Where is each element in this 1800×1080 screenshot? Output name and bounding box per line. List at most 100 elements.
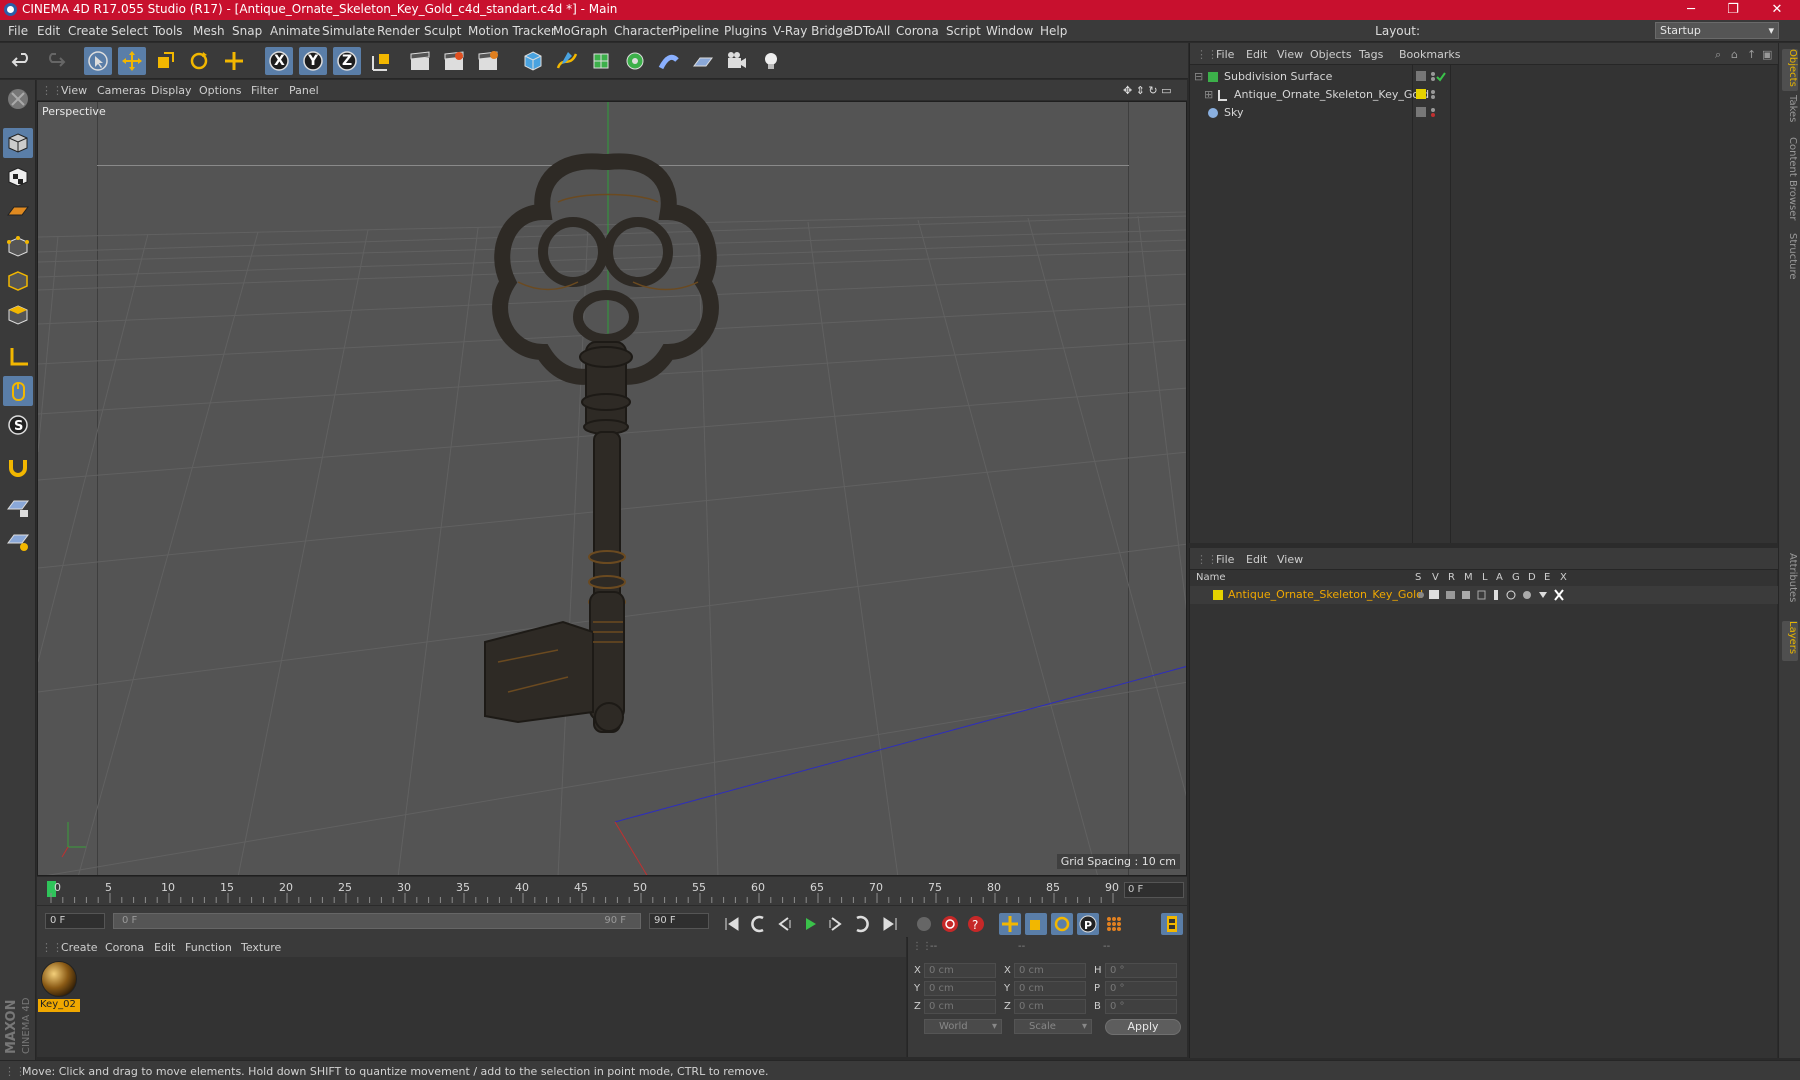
render-view-button[interactable] <box>406 47 434 75</box>
floor-button[interactable] <box>689 47 717 75</box>
polygons-mode-button[interactable] <box>3 300 33 330</box>
object-row[interactable]: ⊞ Antique_Ornate_Skeleton_Key_Gold <box>1190 86 1778 104</box>
workplane-mode-button[interactable] <box>3 196 33 226</box>
layer-col-render[interactable]: R <box>1448 572 1455 583</box>
material-item[interactable]: Key_02 <box>37 957 83 1017</box>
viewport-menu-filter[interactable]: Filter <box>251 84 278 97</box>
recent-tool-button[interactable] <box>220 47 248 75</box>
search-icon[interactable]: ⌕ <box>1715 48 1721 62</box>
key-position-button[interactable] <box>999 913 1021 935</box>
material-menu-edit[interactable]: Edit <box>154 941 175 954</box>
z-axis-button[interactable]: Z <box>333 47 361 75</box>
pen-spline-button[interactable] <box>553 47 581 75</box>
tab-objects[interactable]: Objects <box>1782 49 1798 91</box>
tab-takes[interactable]: Takes <box>1782 95 1798 131</box>
light-button[interactable] <box>757 47 785 75</box>
menu-3dtoall[interactable]: 3DToAll <box>846 24 890 38</box>
lock-workplane-button[interactable] <box>3 492 33 522</box>
deformer-button[interactable] <box>655 47 683 75</box>
auto-key-button[interactable]: ? <box>965 913 987 935</box>
position-z-field[interactable]: 0 cm <box>924 999 996 1014</box>
goto-start-button[interactable] <box>721 913 743 935</box>
menu-vray-bridge[interactable]: V-Ray Bridge <box>773 24 850 38</box>
menu-select[interactable]: Select <box>111 24 148 38</box>
menu-simulate[interactable]: Simulate <box>322 24 375 38</box>
arrow-up-icon[interactable]: ↑ <box>1747 48 1756 61</box>
menu-plugins[interactable]: Plugins <box>724 24 767 38</box>
magnet-button[interactable] <box>3 452 33 482</box>
move-tool-button[interactable] <box>118 47 146 75</box>
live-selection-button[interactable] <box>84 47 112 75</box>
size-x-field[interactable]: 0 cm <box>1014 963 1086 978</box>
apply-button[interactable]: Apply <box>1105 1019 1181 1035</box>
viewport-camera-label[interactable]: Perspective <box>42 105 106 118</box>
key-scale-button[interactable] <box>1025 913 1047 935</box>
expand-icon[interactable]: ⊞ <box>1204 88 1213 101</box>
key-pla-button[interactable] <box>1103 913 1125 935</box>
menu-help[interactable]: Help <box>1040 24 1067 38</box>
object-visibility-icons[interactable] <box>1415 106 1455 120</box>
maximize-button[interactable]: ❐ <box>1710 0 1756 20</box>
material-menu-create[interactable]: Create <box>61 941 98 954</box>
layer-col-locked[interactable]: L <box>1482 572 1488 583</box>
texture-mode-button[interactable] <box>3 162 33 192</box>
timeline-window-button[interactable] <box>1161 913 1183 935</box>
model-mode-button[interactable] <box>3 128 33 158</box>
layer-menu-file[interactable]: File <box>1216 553 1234 566</box>
menu-edit[interactable]: Edit <box>37 24 60 38</box>
size-z-field[interactable]: 0 cm <box>1014 999 1086 1014</box>
tab-structure[interactable]: Structure <box>1782 233 1798 289</box>
layer-row[interactable]: Antique_Ornate_Skeleton_Key_Gold <box>1190 586 1778 604</box>
menu-render[interactable]: Render <box>377 24 420 38</box>
key-parameter-button[interactable]: P <box>1077 913 1099 935</box>
menu-character[interactable]: Character <box>614 24 673 38</box>
scale-tool-button[interactable] <box>151 47 179 75</box>
record-button[interactable] <box>939 913 961 935</box>
key-rotation-button[interactable] <box>1051 913 1073 935</box>
layer-col-expressions[interactable]: E <box>1544 572 1550 583</box>
object-visibility-icons[interactable] <box>1415 70 1455 84</box>
cloner-button[interactable] <box>621 47 649 75</box>
goto-end-button[interactable] <box>879 913 901 935</box>
layer-col-deformers[interactable]: D <box>1528 572 1536 583</box>
prev-key-button[interactable] <box>747 913 769 935</box>
menu-sculpt[interactable]: Sculpt <box>424 24 461 38</box>
menu-mesh[interactable]: Mesh <box>193 24 225 38</box>
play-button[interactable] <box>799 913 821 935</box>
next-frame-button[interactable] <box>825 913 847 935</box>
position-x-field[interactable]: 0 cm <box>924 963 996 978</box>
menu-snap[interactable]: Snap <box>232 24 262 38</box>
rotation-h-field[interactable]: 0 ° <box>1105 963 1177 978</box>
layer-color-swatch[interactable] <box>1212 589 1224 601</box>
object-row[interactable]: Sky <box>1190 104 1778 122</box>
size-mode-select[interactable]: Scale ▾ <box>1014 1019 1092 1034</box>
record-keys-button[interactable] <box>913 913 935 935</box>
rotation-b-field[interactable]: 0 ° <box>1105 999 1177 1014</box>
render-picture-viewer-button[interactable] <box>440 47 468 75</box>
position-y-field[interactable]: 0 cm <box>924 981 996 996</box>
menu-script[interactable]: Script <box>946 24 981 38</box>
layer-col-name[interactable]: Name <box>1196 572 1226 583</box>
end-frame-field[interactable]: 90 F <box>649 913 709 929</box>
object-menu-view[interactable]: View <box>1277 48 1303 61</box>
viewport-menu-display[interactable]: Display <box>151 84 192 97</box>
frame-range-slider[interactable]: 0 F 90 F <box>113 913 641 929</box>
snap-button[interactable]: S <box>3 410 33 440</box>
next-key-button[interactable] <box>851 913 873 935</box>
object-menu-objects[interactable]: Objects <box>1310 48 1352 61</box>
material-menu-function[interactable]: Function <box>185 941 232 954</box>
camera-button[interactable] <box>723 47 751 75</box>
tab-layers[interactable]: Layers <box>1782 621 1798 661</box>
layer-col-solo[interactable]: S <box>1415 572 1421 583</box>
material-menu-corona[interactable]: Corona <box>105 941 144 954</box>
cube-object-button[interactable] <box>519 47 547 75</box>
render-settings-button[interactable] <box>474 47 502 75</box>
size-y-field[interactable]: 0 cm <box>1014 981 1086 996</box>
object-row[interactable]: ⊟ Subdivision Surface <box>1190 68 1778 86</box>
tab-content-browser[interactable]: Content Browser <box>1782 137 1798 229</box>
menu-animate[interactable]: Animate <box>270 24 320 38</box>
collapse-icon[interactable]: ⊟ <box>1194 70 1203 83</box>
enable-axis-button[interactable] <box>3 342 33 372</box>
prev-frame-button[interactable] <box>773 913 795 935</box>
layout-select[interactable]: Startup ▾ <box>1655 22 1779 39</box>
